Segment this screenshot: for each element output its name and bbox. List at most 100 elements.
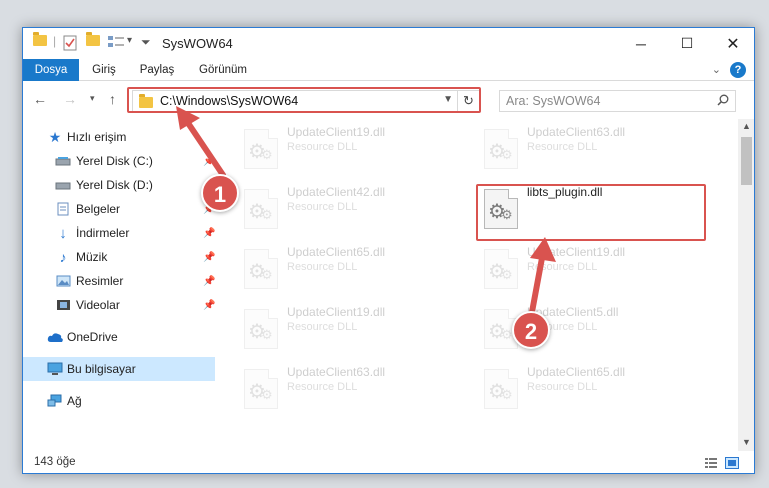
sidebar-item-downloads[interactable]: ↓ İndirmeler 📌 (23, 221, 215, 245)
file-type: Resource DLL (287, 381, 358, 393)
file-name: UpdateClient42.dll (287, 185, 386, 199)
file-type: Resource DLL (287, 321, 358, 333)
file-item[interactable]: ⚙ ⚙ UpdateClient42.dll Resource DLL (236, 183, 466, 235)
tab-view[interactable]: Görünüm (193, 59, 253, 81)
file-type: Resource DLL (527, 381, 598, 393)
sidebar-item-label: Resimler (76, 274, 124, 288)
up-arrow-icon[interactable]: ↑ (109, 91, 116, 107)
dll-file-icon: ⚙ ⚙ (484, 369, 518, 409)
file-name: UpdateClient63.dll (527, 125, 626, 139)
sidebar-item-label: Videolar (76, 298, 120, 312)
pin-icon[interactable]: 📌 (203, 276, 215, 287)
file-highlight (476, 184, 706, 241)
sidebar-item-label: Hızlı erişim (67, 130, 127, 144)
customize-toolbar-icon[interactable]: ▾ (127, 35, 132, 46)
file-name: UpdateClient19.dll (287, 305, 386, 319)
pin-icon[interactable]: 📌 (203, 228, 215, 239)
close-button[interactable]: ✕ (710, 28, 754, 59)
back-arrow-icon[interactable]: ← (33, 91, 47, 107)
music-icon: ♪ (59, 249, 67, 265)
new-folder-icon[interactable] (86, 32, 100, 46)
dll-file-icon: ⚙ ⚙ (244, 129, 278, 169)
sidebar-item-label: Belgeler (76, 202, 121, 216)
ribbon-tabs: Dosya Giriş Paylaş Görünüm ⌄ ? (23, 59, 754, 81)
file-item[interactable]: ⚙ ⚙ UpdateClient19.dll Resource DLL (476, 243, 706, 295)
collapse-ribbon-icon[interactable]: ⌄ (712, 63, 721, 76)
file-name: UpdateClient63.dll (287, 365, 386, 379)
sidebar-item-videos[interactable]: Videolar 📌 (23, 293, 215, 317)
tab-file[interactable]: Dosya (23, 59, 79, 81)
sidebar-item-label: OneDrive (67, 330, 118, 344)
step-2-callout: 2 (512, 311, 550, 349)
forward-arrow-icon[interactable]: → (63, 91, 77, 107)
drive-icon (55, 178, 71, 192)
tab-home[interactable]: Giriş (85, 59, 123, 81)
file-item[interactable]: ⚙ ⚙ UpdateClient63.dll Resource DLL (476, 123, 706, 175)
video-icon (55, 298, 71, 312)
file-list: ⚙ ⚙ UpdateClient19.dll Resource DLL ⚙ ⚙ Up… (215, 119, 738, 451)
file-type: Resource DLL (287, 141, 358, 153)
tab-share[interactable]: Paylaş (135, 59, 179, 81)
sidebar-item-label: Müzik (76, 250, 108, 264)
properties-icon[interactable] (63, 35, 77, 51)
scroll-down-icon[interactable]: ▼ (738, 437, 754, 447)
help-icon[interactable]: ? (730, 62, 746, 78)
customize-separator-icon: ⏷ (141, 35, 151, 49)
sidebar-item-label: Bu bilgisayar (67, 362, 136, 376)
recent-locations-icon[interactable]: ▾ (90, 93, 95, 104)
file-type: Resource DLL (287, 201, 358, 213)
sidebar-item-local-disk-c[interactable]: Yerel Disk (C:) 📌 (23, 149, 215, 173)
title-bar: | ▾ ⏷ SysWOW64 ─ ☐ ✕ (23, 28, 754, 59)
file-item[interactable]: ⚙ ⚙ UpdateClient63.dll Resource DLL (236, 363, 466, 415)
view-options-icon[interactable] (107, 35, 125, 49)
vertical-scrollbar[interactable]: ▲ ▼ (738, 119, 754, 451)
file-item[interactable]: ⚙ ⚙ UpdateClient5.dll Resource DLL (476, 303, 706, 355)
file-type: Resource DLL (527, 141, 598, 153)
file-name: UpdateClient65.dll (287, 245, 386, 259)
file-type: Resource DLL (527, 261, 598, 273)
computer-icon (47, 362, 63, 376)
step-1-callout: 1 (201, 174, 239, 212)
sidebar-item-label: Yerel Disk (C:) (76, 154, 153, 168)
sidebar-item-music[interactable]: ♪ Müzik 📌 (23, 245, 216, 269)
file-item[interactable]: ⚙ ⚙ UpdateClient65.dll Resource DLL (476, 363, 706, 415)
sidebar-item-label: İndirmeler (76, 226, 130, 240)
dll-file-icon: ⚙ ⚙ (484, 129, 518, 169)
sidebar-item-quick-access[interactable]: ★ Hızlı erişim (23, 125, 215, 149)
network-icon (47, 394, 63, 408)
search-icon[interactable] (717, 94, 729, 106)
sidebar-item-pictures[interactable]: Resimler 📌 (23, 269, 215, 293)
file-item[interactable]: ⚙ ⚙ UpdateClient19.dll Resource DLL (236, 303, 466, 355)
file-name: UpdateClient19.dll (527, 245, 626, 259)
cloud-icon (47, 330, 63, 344)
file-item[interactable]: ⚙ ⚙ UpdateClient19.dll Resource DLL (236, 123, 466, 175)
maximize-button[interactable]: ☐ (664, 28, 710, 59)
window-title: SysWOW64 (162, 36, 233, 51)
pin-icon[interactable]: 📌 (203, 300, 215, 311)
file-name: UpdateClient65.dll (527, 365, 626, 379)
pin-icon[interactable]: 📌 (203, 156, 215, 167)
status-bar: 143 öğe (23, 451, 754, 473)
pin-icon[interactable]: 📌 (203, 252, 215, 263)
scroll-up-icon[interactable]: ▲ (738, 121, 754, 131)
item-count: 143 öğe (34, 456, 76, 468)
details-view-icon[interactable] (704, 457, 718, 469)
sidebar-item-onedrive[interactable]: OneDrive (23, 325, 215, 349)
sidebar-item-documents[interactable]: Belgeler 📌 (23, 197, 215, 221)
sidebar-item-local-disk-d[interactable]: Yerel Disk (D:) 📌 (23, 173, 215, 197)
file-name: UpdateClient19.dll (287, 125, 386, 139)
dll-file-icon: ⚙ ⚙ (244, 189, 278, 229)
large-icons-view-icon[interactable] (725, 457, 739, 469)
drive-icon (55, 154, 71, 168)
file-item[interactable]: ⚙ ⚙ UpdateClient65.dll Resource DLL (236, 243, 466, 295)
minimize-button[interactable]: ─ (618, 28, 664, 59)
dll-file-icon: ⚙ ⚙ (244, 369, 278, 409)
sidebar-item-label: Ağ (67, 394, 82, 408)
search-input[interactable]: Ara: SysWOW64 (499, 90, 736, 112)
scroll-thumb[interactable] (741, 137, 752, 185)
sidebar-item-this-pc[interactable]: Bu bilgisayar (23, 357, 215, 381)
folder-icon (33, 32, 47, 46)
sidebar-item-network[interactable]: Ağ (23, 389, 215, 413)
file-type: Resource DLL (287, 261, 358, 273)
pictures-icon (55, 274, 71, 288)
